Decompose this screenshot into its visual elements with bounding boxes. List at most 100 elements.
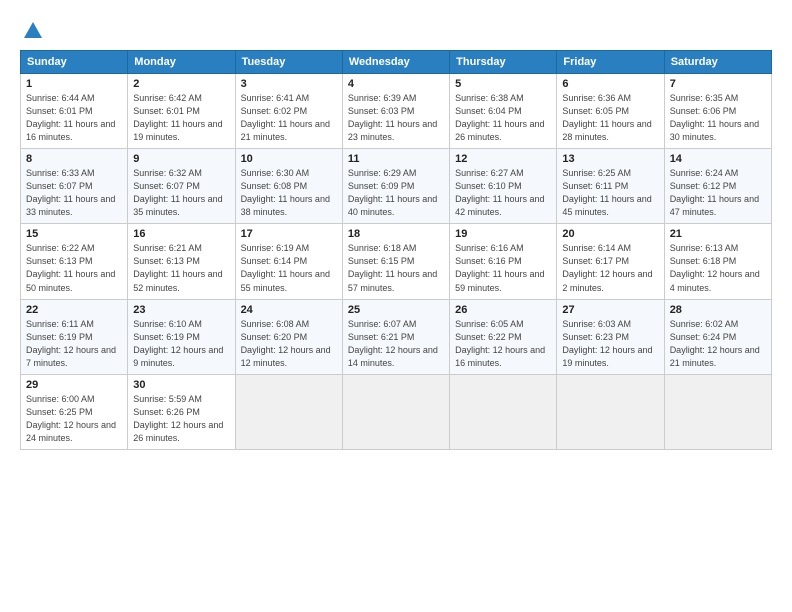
day-detail: Sunrise: 6:22 AMSunset: 6:13 PMDaylight:…: [26, 243, 115, 292]
day-number: 30: [133, 379, 229, 391]
day-number: 1: [26, 78, 122, 90]
day-number: 10: [241, 153, 337, 165]
col-header-wednesday: Wednesday: [342, 51, 449, 74]
day-detail: Sunrise: 6:25 AMSunset: 6:11 PMDaylight:…: [562, 168, 651, 217]
calendar-cell: 20 Sunrise: 6:14 AMSunset: 6:17 PMDaylig…: [557, 224, 664, 299]
day-detail: Sunrise: 6:08 AMSunset: 6:20 PMDaylight:…: [241, 319, 331, 368]
day-number: 24: [241, 304, 337, 316]
day-detail: Sunrise: 6:10 AMSunset: 6:19 PMDaylight:…: [133, 319, 223, 368]
calendar-cell: 13 Sunrise: 6:25 AMSunset: 6:11 PMDaylig…: [557, 149, 664, 224]
calendar-cell: 24 Sunrise: 6:08 AMSunset: 6:20 PMDaylig…: [235, 299, 342, 374]
col-header-friday: Friday: [557, 51, 664, 74]
day-detail: Sunrise: 6:07 AMSunset: 6:21 PMDaylight:…: [348, 319, 438, 368]
calendar-cell: [450, 374, 557, 449]
calendar-cell: 30 Sunrise: 5:59 AMSunset: 6:26 PMDaylig…: [128, 374, 235, 449]
day-detail: Sunrise: 6:16 AMSunset: 6:16 PMDaylight:…: [455, 243, 544, 292]
calendar-cell: 5 Sunrise: 6:38 AMSunset: 6:04 PMDayligh…: [450, 74, 557, 149]
day-detail: Sunrise: 6:03 AMSunset: 6:23 PMDaylight:…: [562, 319, 652, 368]
day-detail: Sunrise: 6:11 AMSunset: 6:19 PMDaylight:…: [26, 319, 116, 368]
day-detail: Sunrise: 6:00 AMSunset: 6:25 PMDaylight:…: [26, 394, 116, 443]
day-number: 26: [455, 304, 551, 316]
calendar-cell: 12 Sunrise: 6:27 AMSunset: 6:10 PMDaylig…: [450, 149, 557, 224]
header-row: [20, 16, 772, 42]
day-number: 7: [670, 78, 766, 90]
day-detail: Sunrise: 5:59 AMSunset: 6:26 PMDaylight:…: [133, 394, 223, 443]
calendar-cell: 22 Sunrise: 6:11 AMSunset: 6:19 PMDaylig…: [21, 299, 128, 374]
col-header-saturday: Saturday: [664, 51, 771, 74]
day-number: 12: [455, 153, 551, 165]
calendar-cell: 9 Sunrise: 6:32 AMSunset: 6:07 PMDayligh…: [128, 149, 235, 224]
day-number: 29: [26, 379, 122, 391]
calendar-cell: [557, 374, 664, 449]
day-number: 9: [133, 153, 229, 165]
calendar-cell: 19 Sunrise: 6:16 AMSunset: 6:16 PMDaylig…: [450, 224, 557, 299]
day-detail: Sunrise: 6:14 AMSunset: 6:17 PMDaylight:…: [562, 243, 652, 292]
calendar-cell: 17 Sunrise: 6:19 AMSunset: 6:14 PMDaylig…: [235, 224, 342, 299]
day-detail: Sunrise: 6:30 AMSunset: 6:08 PMDaylight:…: [241, 168, 330, 217]
calendar-cell: 11 Sunrise: 6:29 AMSunset: 6:09 PMDaylig…: [342, 149, 449, 224]
day-number: 5: [455, 78, 551, 90]
logo: [20, 20, 44, 42]
calendar-cell: 29 Sunrise: 6:00 AMSunset: 6:25 PMDaylig…: [21, 374, 128, 449]
calendar-cell: 28 Sunrise: 6:02 AMSunset: 6:24 PMDaylig…: [664, 299, 771, 374]
day-number: 19: [455, 228, 551, 240]
calendar-cell: 26 Sunrise: 6:05 AMSunset: 6:22 PMDaylig…: [450, 299, 557, 374]
day-number: 21: [670, 228, 766, 240]
logo-icon: [22, 20, 44, 42]
day-number: 23: [133, 304, 229, 316]
day-number: 17: [241, 228, 337, 240]
day-detail: Sunrise: 6:19 AMSunset: 6:14 PMDaylight:…: [241, 243, 330, 292]
day-detail: Sunrise: 6:29 AMSunset: 6:09 PMDaylight:…: [348, 168, 437, 217]
day-detail: Sunrise: 6:42 AMSunset: 6:01 PMDaylight:…: [133, 93, 222, 142]
day-number: 28: [670, 304, 766, 316]
calendar-cell: 2 Sunrise: 6:42 AMSunset: 6:01 PMDayligh…: [128, 74, 235, 149]
day-detail: Sunrise: 6:44 AMSunset: 6:01 PMDaylight:…: [26, 93, 115, 142]
day-number: 11: [348, 153, 444, 165]
page: SundayMondayTuesdayWednesdayThursdayFrid…: [0, 0, 792, 460]
calendar-cell: 4 Sunrise: 6:39 AMSunset: 6:03 PMDayligh…: [342, 74, 449, 149]
day-detail: Sunrise: 6:13 AMSunset: 6:18 PMDaylight:…: [670, 243, 760, 292]
day-number: 20: [562, 228, 658, 240]
day-number: 27: [562, 304, 658, 316]
day-detail: Sunrise: 6:18 AMSunset: 6:15 PMDaylight:…: [348, 243, 437, 292]
calendar-cell: [342, 374, 449, 449]
day-number: 14: [670, 153, 766, 165]
day-detail: Sunrise: 6:05 AMSunset: 6:22 PMDaylight:…: [455, 319, 545, 368]
calendar-cell: 10 Sunrise: 6:30 AMSunset: 6:08 PMDaylig…: [235, 149, 342, 224]
col-header-monday: Monday: [128, 51, 235, 74]
calendar-cell: 8 Sunrise: 6:33 AMSunset: 6:07 PMDayligh…: [21, 149, 128, 224]
calendar-cell: 1 Sunrise: 6:44 AMSunset: 6:01 PMDayligh…: [21, 74, 128, 149]
col-header-tuesday: Tuesday: [235, 51, 342, 74]
calendar-cell: [235, 374, 342, 449]
day-number: 25: [348, 304, 444, 316]
day-detail: Sunrise: 6:39 AMSunset: 6:03 PMDaylight:…: [348, 93, 437, 142]
day-detail: Sunrise: 6:32 AMSunset: 6:07 PMDaylight:…: [133, 168, 222, 217]
day-number: 8: [26, 153, 122, 165]
calendar-cell: 7 Sunrise: 6:35 AMSunset: 6:06 PMDayligh…: [664, 74, 771, 149]
day-number: 15: [26, 228, 122, 240]
day-detail: Sunrise: 6:21 AMSunset: 6:13 PMDaylight:…: [133, 243, 222, 292]
day-number: 2: [133, 78, 229, 90]
calendar-cell: 3 Sunrise: 6:41 AMSunset: 6:02 PMDayligh…: [235, 74, 342, 149]
calendar-cell: 6 Sunrise: 6:36 AMSunset: 6:05 PMDayligh…: [557, 74, 664, 149]
day-detail: Sunrise: 6:38 AMSunset: 6:04 PMDaylight:…: [455, 93, 544, 142]
day-number: 3: [241, 78, 337, 90]
day-number: 16: [133, 228, 229, 240]
calendar-table: SundayMondayTuesdayWednesdayThursdayFrid…: [20, 50, 772, 450]
calendar-cell: 25 Sunrise: 6:07 AMSunset: 6:21 PMDaylig…: [342, 299, 449, 374]
col-header-thursday: Thursday: [450, 51, 557, 74]
day-detail: Sunrise: 6:24 AMSunset: 6:12 PMDaylight:…: [670, 168, 759, 217]
col-header-sunday: Sunday: [21, 51, 128, 74]
calendar-cell: 27 Sunrise: 6:03 AMSunset: 6:23 PMDaylig…: [557, 299, 664, 374]
day-detail: Sunrise: 6:33 AMSunset: 6:07 PMDaylight:…: [26, 168, 115, 217]
calendar-cell: 23 Sunrise: 6:10 AMSunset: 6:19 PMDaylig…: [128, 299, 235, 374]
day-number: 22: [26, 304, 122, 316]
calendar-cell: 16 Sunrise: 6:21 AMSunset: 6:13 PMDaylig…: [128, 224, 235, 299]
day-number: 6: [562, 78, 658, 90]
day-number: 13: [562, 153, 658, 165]
day-detail: Sunrise: 6:02 AMSunset: 6:24 PMDaylight:…: [670, 319, 760, 368]
day-detail: Sunrise: 6:27 AMSunset: 6:10 PMDaylight:…: [455, 168, 544, 217]
calendar-cell: 21 Sunrise: 6:13 AMSunset: 6:18 PMDaylig…: [664, 224, 771, 299]
day-detail: Sunrise: 6:36 AMSunset: 6:05 PMDaylight:…: [562, 93, 651, 142]
calendar-cell: 18 Sunrise: 6:18 AMSunset: 6:15 PMDaylig…: [342, 224, 449, 299]
